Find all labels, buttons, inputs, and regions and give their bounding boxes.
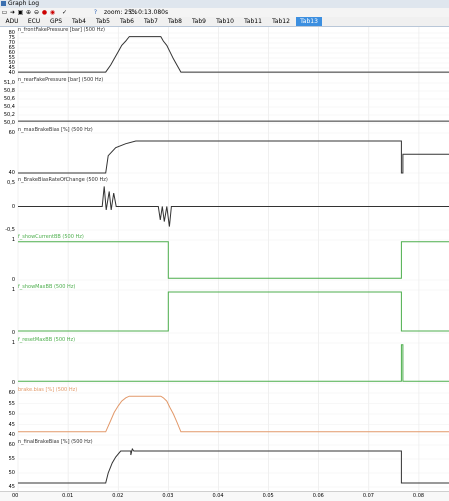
stop-icon[interactable]: ● bbox=[41, 9, 48, 16]
app-icon bbox=[1, 1, 6, 6]
y-tick-label: 51,0 bbox=[3, 80, 15, 86]
series-line bbox=[18, 291, 449, 332]
series-label: f_resetMaxBB (500 Hz) bbox=[18, 337, 76, 343]
graph-pane[interactable]: n_maxBrakeBias [%] (500 Hz) 60 40 bbox=[0, 127, 449, 178]
series-label: n_finalBrakeBias [%] (500 Hz) bbox=[18, 439, 93, 445]
toolbar: ▭ ➜ ▣ ⊕ ⊖ ● ◉ ✓ ? zoom: 25% C: 0:13.080s bbox=[0, 8, 449, 17]
graph-plot bbox=[17, 439, 449, 491]
y-tick-label: 40 bbox=[8, 70, 15, 76]
x-tick-label: 0.02 bbox=[112, 493, 124, 499]
y-tick-label: 40 bbox=[8, 432, 15, 438]
series-line bbox=[18, 36, 449, 73]
series-line bbox=[18, 447, 449, 484]
tab-adu[interactable]: ADU bbox=[2, 17, 22, 26]
y-tick-label: 50,0 bbox=[3, 120, 15, 126]
graph-plot bbox=[17, 127, 449, 177]
graph-plot bbox=[17, 27, 449, 77]
zoom-out-icon[interactable]: ⊖ bbox=[33, 9, 40, 16]
graph-pane[interactable]: f_showCurrentBB (500 Hz) 1 0 bbox=[0, 234, 449, 285]
y-tick-label: 50,8 bbox=[3, 88, 15, 94]
arrow-right-icon[interactable]: ➜ bbox=[9, 9, 16, 16]
tab-11[interactable]: Tab11 bbox=[240, 17, 266, 26]
zoom-in-icon[interactable]: ⊕ bbox=[25, 9, 32, 16]
y-tick-label: 55 bbox=[8, 456, 15, 462]
y-tick-label: 50,4 bbox=[3, 104, 15, 110]
tab-12[interactable]: Tab12 bbox=[268, 17, 294, 26]
graph-plot bbox=[17, 284, 449, 337]
tab-ecu[interactable]: ECU bbox=[24, 17, 44, 26]
x-tick-label: 0.08 bbox=[412, 493, 425, 499]
x-tick-label: 00 bbox=[12, 493, 19, 499]
y-tick-label: 0 bbox=[11, 330, 15, 336]
y-tick-label: 60 bbox=[8, 390, 15, 396]
graph-plot bbox=[17, 234, 449, 284]
y-tick-label: 60 bbox=[8, 442, 15, 448]
check-icon[interactable]: ✓ bbox=[61, 9, 68, 16]
tab-4[interactable]: Tab4 bbox=[68, 17, 90, 26]
y-tick-label: 1 bbox=[11, 287, 15, 293]
x-tick-label: 0.04 bbox=[212, 493, 224, 499]
y-tick-label: 0 bbox=[11, 380, 15, 386]
tab-6[interactable]: Tab6 bbox=[116, 17, 138, 26]
x-tick-label: 0.03 bbox=[162, 493, 174, 499]
y-tick-label: 0 bbox=[11, 277, 15, 283]
y-tick-label: 45 bbox=[8, 421, 15, 428]
series-label: n_maxBrakeBias [%] (500 Hz) bbox=[18, 127, 93, 133]
series-line bbox=[18, 186, 449, 227]
y-tick-label: 0,5 bbox=[7, 180, 15, 186]
tab-9[interactable]: Tab9 bbox=[188, 17, 210, 26]
graph-plot bbox=[17, 77, 449, 127]
y-tick-label: 50,6 bbox=[3, 96, 15, 102]
y-tick-label: -0,5 bbox=[5, 227, 15, 233]
graph-plot bbox=[17, 387, 449, 439]
y-tick-label: 50,2 bbox=[3, 112, 15, 118]
graph-pane[interactable]: n_finalBrakeBias [%] (500 Hz) 60 55 50 45 bbox=[0, 439, 449, 492]
x-tick-label: 0.06 bbox=[312, 493, 324, 499]
graph-plot bbox=[17, 177, 449, 234]
tab-7[interactable]: Tab7 bbox=[140, 17, 162, 26]
series-label: n_BrakeBiasRateOfChange (500 Hz) bbox=[18, 177, 108, 183]
y-tick-label: 40 bbox=[8, 170, 15, 176]
x-tick-label: 0.05 bbox=[262, 493, 274, 499]
graph-pane[interactable]: f_showMaxBB (500 Hz) 1 0 bbox=[0, 284, 449, 338]
tab-bar: ADU ECU GPS Tab4 Tab5 Tab6 Tab7 Tab8 Tab… bbox=[0, 17, 449, 27]
help-icon[interactable]: ? bbox=[92, 9, 99, 16]
graph-pane[interactable]: n_frontFakePressure [bar] (500 Hz) 80 75 70… bbox=[0, 27, 449, 78]
tab-13[interactable]: Tab13 bbox=[296, 17, 322, 26]
graph-panes: n_frontFakePressure [bar] (500 Hz) 80 75 70… bbox=[0, 27, 449, 492]
series-line bbox=[18, 344, 449, 382]
graph-plot bbox=[17, 337, 449, 387]
cursor-time: C: 0:13.080s bbox=[130, 9, 169, 16]
graph-pane[interactable]: brake.bias [%] (500 Hz) 60 55 50 45 40 bbox=[0, 387, 449, 440]
x-tick-label: 0.01 bbox=[62, 493, 74, 499]
series-label: brake.bias [%] (500 Hz) bbox=[18, 387, 78, 393]
y-tick-label: 1 bbox=[11, 340, 15, 346]
series-label: f_showMaxBB (500 Hz) bbox=[18, 284, 76, 290]
series-line bbox=[18, 140, 449, 174]
series-label: f_showCurrentBB (500 Hz) bbox=[18, 234, 84, 240]
tab-10[interactable]: Tab10 bbox=[212, 17, 238, 26]
save-icon[interactable]: ▣ bbox=[17, 9, 24, 16]
window-title: Graph Log bbox=[8, 0, 40, 7]
y-tick-label: 60 bbox=[8, 130, 15, 136]
y-tick-label: 0 bbox=[11, 203, 15, 210]
series-label: n_rearFakePressure [bar] (500 Hz) bbox=[18, 77, 104, 83]
series-line bbox=[18, 241, 449, 279]
tab-8[interactable]: Tab8 bbox=[164, 17, 186, 26]
graph-pane[interactable]: n_rearFakePressure [bar] (500 Hz) 51,0 50,… bbox=[0, 77, 449, 128]
series-label: n_frontFakePressure [bar] (500 Hz) bbox=[18, 27, 105, 33]
y-tick-label: 45 bbox=[8, 484, 15, 490]
graph-pane[interactable]: n_BrakeBiasRateOfChange (500 Hz) 0,5 0 -0,5 bbox=[0, 177, 449, 235]
record-icon[interactable]: ◉ bbox=[49, 9, 56, 16]
y-tick-label: 1 bbox=[11, 237, 15, 243]
open-folder-icon[interactable]: ▭ bbox=[1, 9, 8, 16]
y-tick-label: 55 bbox=[8, 400, 15, 407]
tab-5[interactable]: Tab5 bbox=[92, 17, 114, 26]
x-tick-label: 0.07 bbox=[362, 493, 374, 499]
y-tick-label: 50 bbox=[8, 470, 15, 476]
y-tick-label: 50 bbox=[8, 411, 15, 417]
graph-pane[interactable]: f_resetMaxBB (500 Hz) 1 0 bbox=[0, 337, 449, 388]
tab-gps[interactable]: GPS bbox=[46, 17, 66, 26]
